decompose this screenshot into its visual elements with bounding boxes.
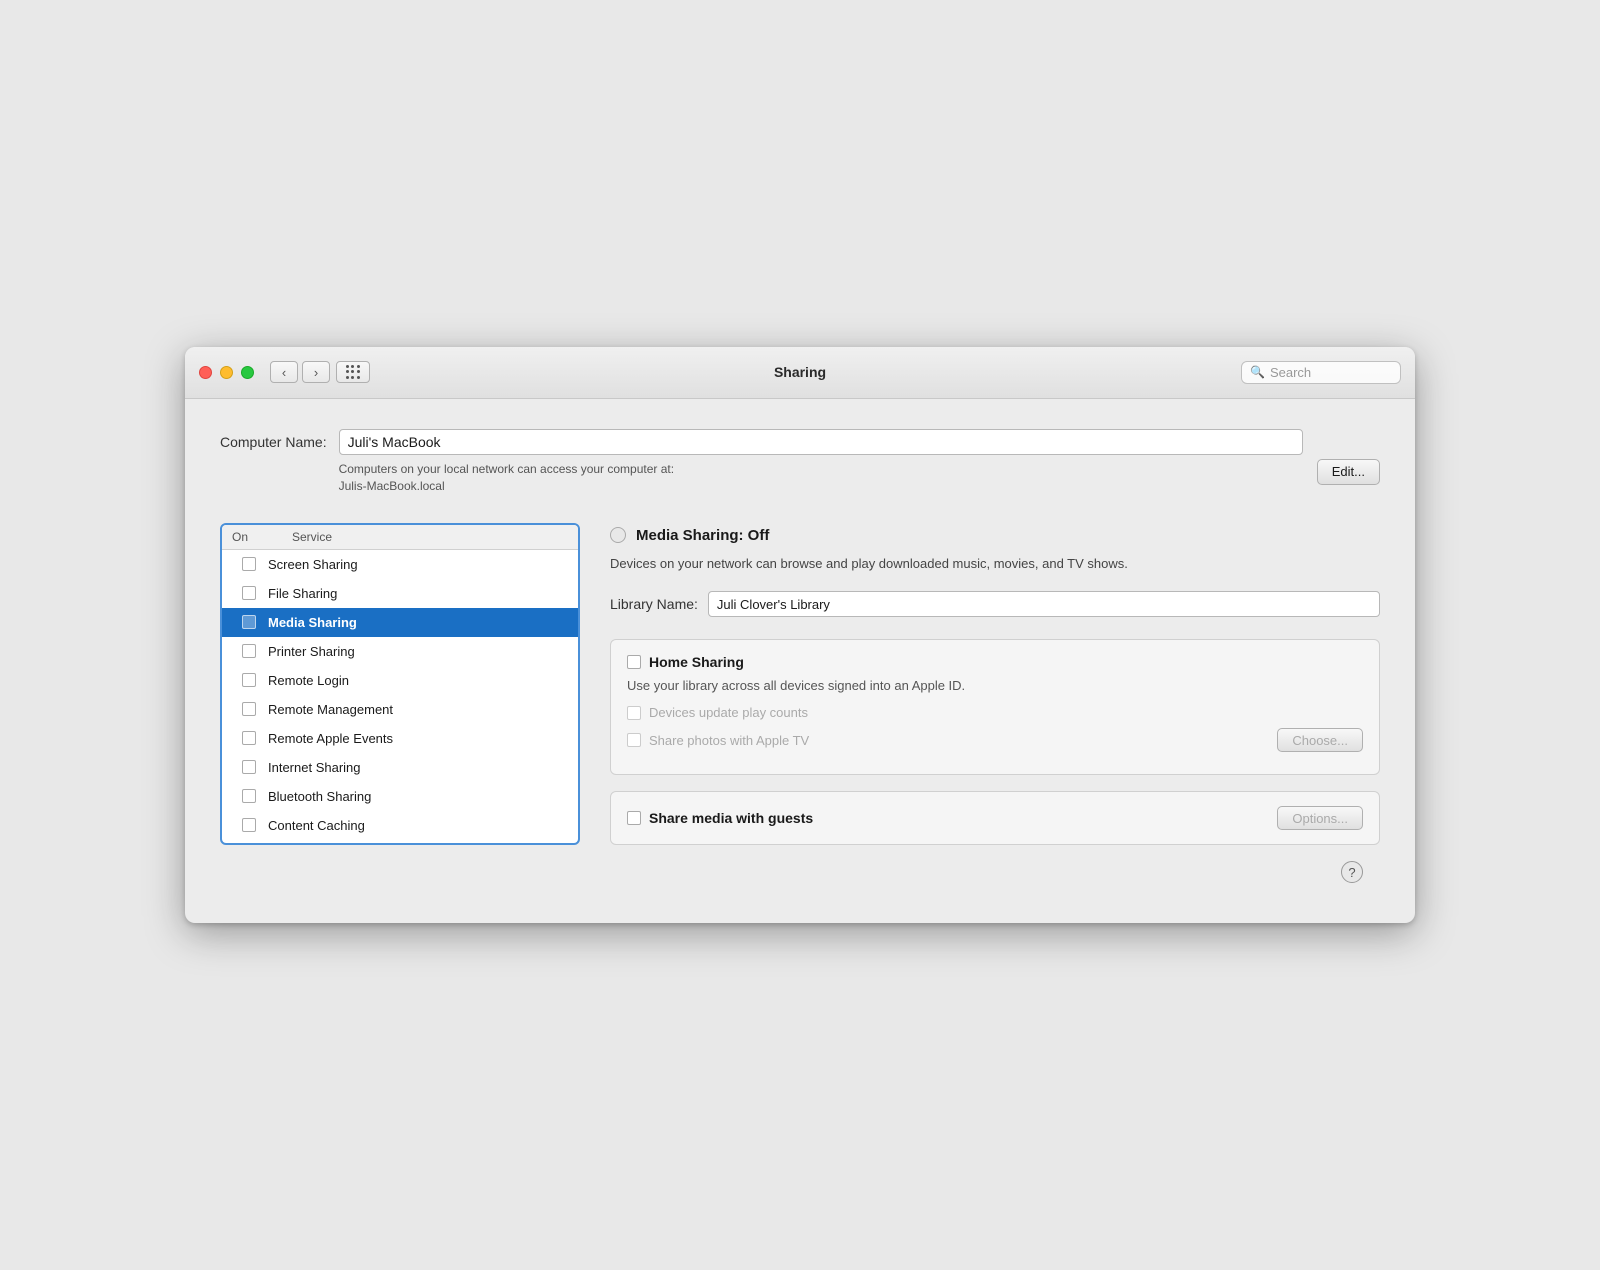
computer-name-row: Computer Name: Computers on your local n… (220, 429, 1380, 495)
service-item[interactable]: Remote Login (222, 666, 578, 695)
screen-sharing-label: Screen Sharing (268, 557, 358, 572)
service-item[interactable]: File Sharing (222, 579, 578, 608)
home-sharing-checkbox[interactable] (627, 655, 641, 669)
internet-sharing-label: Internet Sharing (268, 760, 361, 775)
computer-name-input[interactable] (339, 429, 1303, 455)
grid-icon (346, 365, 361, 380)
search-input[interactable] (1270, 365, 1390, 380)
right-panel: Media Sharing: Off Devices on your netwo… (602, 523, 1380, 846)
service-item[interactable]: Internet Sharing (222, 753, 578, 782)
service-item[interactable]: Remote Apple Events (222, 724, 578, 753)
back-icon: ‹ (282, 365, 286, 380)
screen-sharing-checkbox[interactable] (242, 557, 256, 571)
options-button[interactable]: Options... (1277, 806, 1363, 830)
computer-name-right: Computers on your local network can acce… (339, 429, 1303, 495)
library-name-label: Library Name: (610, 596, 698, 612)
title-bar: ‹ › Sharing 🔍 (185, 347, 1415, 399)
home-sharing-option2-row: Share photos with Apple TV Choose... (627, 728, 1363, 752)
service-item[interactable]: Bluetooth Sharing (222, 782, 578, 811)
close-button[interactable] (199, 366, 212, 379)
minimize-button[interactable] (220, 366, 233, 379)
service-list: Screen Sharing File Sharing Media Sharin… (222, 550, 578, 840)
home-sharing-title: Home Sharing (649, 654, 744, 670)
service-item[interactable]: Remote Management (222, 695, 578, 724)
home-sharing-box: Home Sharing Use your library across all… (610, 639, 1380, 775)
media-sharing-title: Media Sharing: Off (636, 527, 769, 544)
service-item-media-sharing[interactable]: Media Sharing (222, 608, 578, 637)
content-caching-checkbox[interactable] (242, 818, 256, 832)
service-table-header: On Service (222, 525, 578, 550)
edit-button[interactable]: Edit... (1317, 459, 1380, 485)
share-photos-label: Share photos with Apple TV (649, 733, 809, 748)
printer-sharing-checkbox[interactable] (242, 644, 256, 658)
choose-button[interactable]: Choose... (1277, 728, 1363, 752)
devices-update-checkbox[interactable] (627, 706, 641, 720)
grid-view-button[interactable] (336, 361, 370, 383)
search-icon: 🔍 (1250, 365, 1265, 379)
remote-management-checkbox[interactable] (242, 702, 256, 716)
computer-name-label: Computer Name: (220, 429, 327, 450)
help-button[interactable]: ? (1341, 861, 1363, 883)
file-sharing-label: File Sharing (268, 586, 337, 601)
remote-management-label: Remote Management (268, 702, 393, 717)
maximize-button[interactable] (241, 366, 254, 379)
media-sharing-radio[interactable] (610, 527, 626, 543)
remote-apple-events-label: Remote Apple Events (268, 731, 393, 746)
forward-button[interactable]: › (302, 361, 330, 383)
file-sharing-checkbox[interactable] (242, 586, 256, 600)
content-area: Computer Name: Computers on your local n… (185, 399, 1415, 875)
internet-sharing-checkbox[interactable] (242, 760, 256, 774)
nav-buttons: ‹ › (270, 361, 330, 383)
library-name-input[interactable] (708, 591, 1380, 617)
service-item[interactable]: Printer Sharing (222, 637, 578, 666)
share-media-checkbox[interactable] (627, 811, 641, 825)
library-name-row: Library Name: (610, 591, 1380, 617)
media-sharing-checkbox[interactable] (242, 615, 256, 629)
bluetooth-sharing-label: Bluetooth Sharing (268, 789, 371, 804)
service-item[interactable]: Screen Sharing (222, 550, 578, 579)
home-sharing-desc: Use your library across all devices sign… (627, 678, 1363, 693)
preferences-window: ‹ › Sharing 🔍 C (185, 347, 1415, 923)
service-item[interactable]: Content Caching (222, 811, 578, 840)
remote-login-checkbox[interactable] (242, 673, 256, 687)
back-button[interactable]: ‹ (270, 361, 298, 383)
media-sharing-header: Media Sharing: Off (610, 527, 1380, 544)
home-sharing-title-row: Home Sharing (627, 654, 1363, 670)
printer-sharing-label: Printer Sharing (268, 644, 355, 659)
services-panel: On Service Screen Sharing File Sharing (220, 523, 580, 846)
devices-update-label: Devices update play counts (649, 705, 808, 720)
remote-apple-events-checkbox[interactable] (242, 731, 256, 745)
computer-name-subtext2: Julis-MacBook.local (339, 479, 445, 493)
home-sharing-option1-row: Devices update play counts (627, 705, 1363, 720)
share-media-row: Share media with guests Options... (610, 791, 1380, 845)
media-sharing-desc: Devices on your network can browse and p… (610, 554, 1380, 574)
content-caching-label: Content Caching (268, 818, 365, 833)
main-layout: On Service Screen Sharing File Sharing (220, 523, 1380, 846)
share-media-label: Share media with guests (649, 810, 813, 826)
bluetooth-sharing-checkbox[interactable] (242, 789, 256, 803)
remote-login-label: Remote Login (268, 673, 349, 688)
forward-icon: › (314, 365, 318, 380)
media-sharing-label: Media Sharing (268, 615, 357, 630)
share-photos-checkbox[interactable] (627, 733, 641, 747)
col-service-label: Service (292, 530, 332, 544)
traffic-lights (199, 366, 254, 379)
computer-name-subtext1: Computers on your local network can acce… (339, 462, 674, 476)
computer-name-sublabel: Computers on your local network can acce… (339, 461, 1303, 495)
col-on-label: On (232, 530, 292, 544)
search-box[interactable]: 🔍 (1241, 361, 1401, 384)
window-title: Sharing (774, 364, 826, 380)
